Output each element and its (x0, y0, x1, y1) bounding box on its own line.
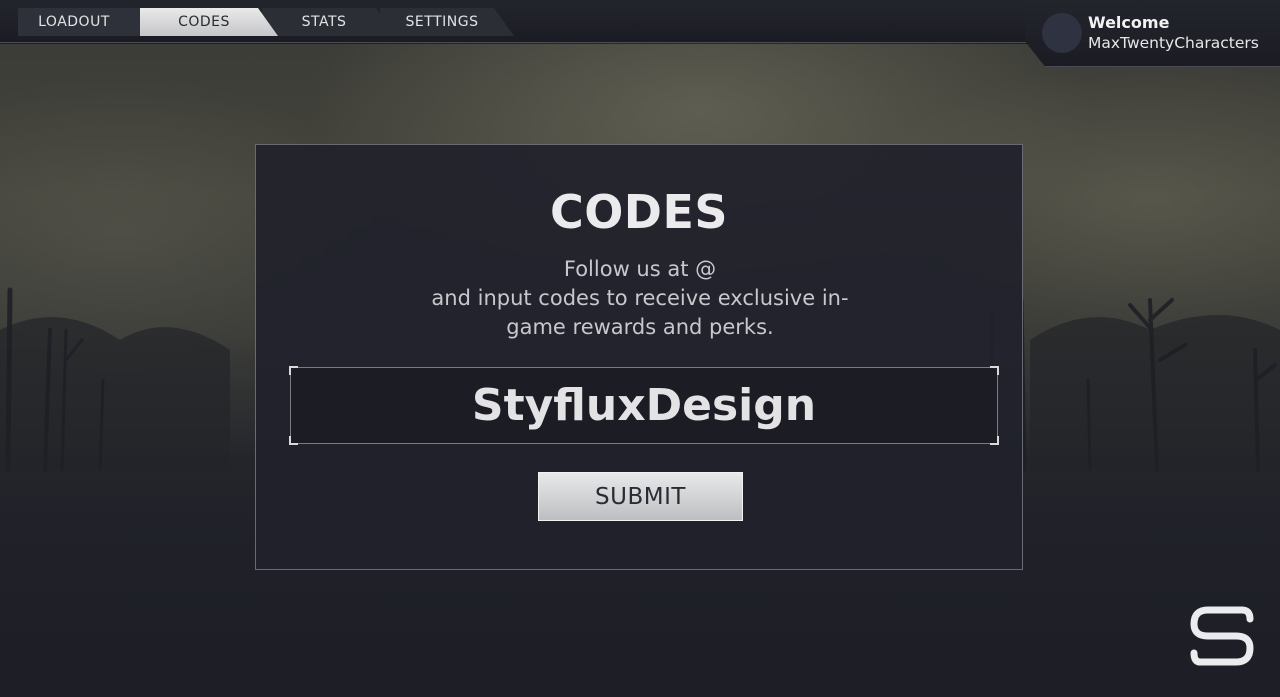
codes-description-line: and input codes to receive exclusive in-… (431, 286, 849, 339)
codes-description: Follow us at @ and input codes to receive… (406, 255, 874, 342)
game-screen: LOADOUT CODES STATS SETTINGS Welcome Max… (0, 0, 1280, 697)
tab-codes-label: CODES (178, 14, 230, 30)
codes-description-line: Follow us at @ (563, 257, 717, 281)
top-navigation-bar: LOADOUT CODES STATS SETTINGS (0, 0, 1040, 43)
submit-button[interactable]: SUBMIT (538, 472, 743, 521)
tab-stats[interactable]: STATS (262, 8, 396, 36)
tab-settings-label: SETTINGS (405, 14, 479, 30)
welcome-label: Welcome (1088, 13, 1170, 32)
page-title: CODES (549, 185, 729, 239)
tab-codes[interactable]: CODES (140, 8, 278, 36)
code-input-frame (289, 366, 999, 445)
styflux-s-logo-icon (1190, 606, 1254, 666)
username: MaxTwentyCharacters (1088, 34, 1259, 52)
avatar[interactable] (1042, 13, 1082, 53)
user-panel: Welcome MaxTwentyCharacters (1025, 0, 1280, 67)
codes-panel: CODES Follow us at @ and input codes to r… (255, 144, 1023, 570)
tab-loadout[interactable]: LOADOUT (18, 8, 140, 36)
tab-settings[interactable]: SETTINGS (380, 8, 514, 36)
tab-loadout-label: LOADOUT (38, 14, 110, 30)
tab-stats-label: STATS (301, 14, 347, 30)
code-input[interactable] (291, 368, 997, 443)
